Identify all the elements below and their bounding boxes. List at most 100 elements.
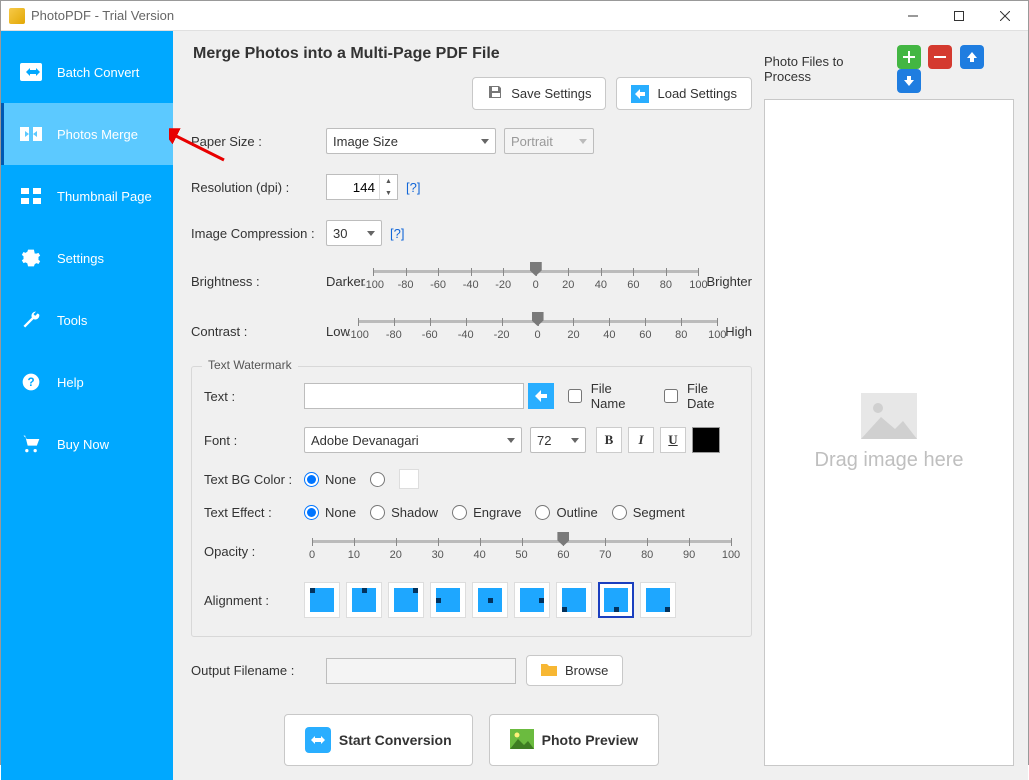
titlebar: PhotoPDF - Trial Version [1,1,1028,31]
sidebar-item-tools[interactable]: Tools [1,289,173,351]
align-cell-7[interactable] [598,582,634,618]
bg-color-radio[interactable] [370,472,385,487]
dropzone-label: Drag image here [815,449,964,472]
spin-up-icon[interactable]: ▲ [380,175,397,187]
sidebar-item-label: Photos Merge [57,127,138,142]
sidebar-item-label: Tools [57,313,87,328]
browse-button[interactable]: Browse [526,655,623,686]
sidebar: Batch Convert Photos Merge Thumbnail Pag… [1,31,173,780]
wm-text-input[interactable] [304,383,524,409]
sidebar-item-label: Help [57,375,84,390]
wm-insert-button[interactable] [528,383,554,409]
chevron-down-icon [507,438,515,443]
sidebar-item-photos-merge[interactable]: Photos Merge [1,103,173,165]
slider-thumb[interactable] [530,262,542,276]
move-up-button[interactable] [960,45,984,69]
button-label: Photo Preview [542,732,638,748]
effect-shadow-radio[interactable]: Shadow [370,505,438,520]
wm-font-label: Font : [204,433,304,448]
effect-none-radio[interactable]: None [304,505,356,520]
wm-opacity-label: Opacity : [204,544,304,559]
button-label: Browse [565,663,608,678]
sidebar-item-help[interactable]: ? Help [1,351,173,413]
gear-icon [19,246,43,270]
load-settings-button[interactable]: Load Settings [616,77,752,110]
resolution-help-link[interactable]: [?] [406,180,420,195]
italic-button[interactable]: I [628,427,654,453]
remove-file-button[interactable] [928,45,952,69]
output-filename-input[interactable] [326,658,516,684]
start-conversion-button[interactable]: Start Conversion [284,714,473,766]
compression-select[interactable]: 30 [326,220,382,246]
maximize-button[interactable] [936,1,982,31]
save-settings-button[interactable]: Save Settings [472,77,606,110]
align-cell-0[interactable] [304,582,340,618]
slider-right-label: High [725,324,752,339]
align-cell-8[interactable] [640,582,676,618]
paper-size-label: Paper Size : [191,134,326,149]
photo-preview-button[interactable]: Photo Preview [489,714,659,766]
chevron-down-icon [571,438,579,443]
resolution-input[interactable]: ▲▼ [326,174,398,200]
contrast-slider[interactable]: -100-80-60-40-20020406080100 [358,316,717,346]
sidebar-item-buy-now[interactable]: Buy Now [1,413,173,475]
svg-text:?: ? [27,376,34,389]
align-cell-1[interactable] [346,582,382,618]
wm-filename-checkbox[interactable]: File Name [564,381,650,411]
folder-icon [541,662,557,679]
align-cell-2[interactable] [388,582,424,618]
files-list-label: Photo Files to Process [764,54,893,84]
add-file-button[interactable] [897,45,921,69]
slider-thumb[interactable] [557,532,569,546]
wm-text-label: Text : [204,389,304,404]
watermark-legend: Text Watermark [202,358,298,372]
align-cell-4[interactable] [472,582,508,618]
convert-icon [305,727,331,753]
wm-filedate-checkbox[interactable]: File Date [660,381,739,411]
effect-outline-radio[interactable]: Outline [535,505,597,520]
sidebar-item-settings[interactable]: Settings [1,227,173,289]
minimize-button[interactable] [890,1,936,31]
effect-segment-radio[interactable]: Segment [612,505,685,520]
paper-size-select[interactable]: Image Size [326,128,496,154]
orientation-select: Portrait [504,128,594,154]
align-cell-3[interactable] [430,582,466,618]
align-cell-6[interactable] [556,582,592,618]
bg-none-radio[interactable]: None [304,472,356,487]
sidebar-item-thumbnail-page[interactable]: Thumbnail Page [1,165,173,227]
sidebar-item-label: Thumbnail Page [57,189,152,204]
image-icon [510,729,534,752]
font-color-button[interactable] [692,427,720,453]
right-panel: Photo Files to Process Drag image here [764,45,1014,766]
compression-help-link[interactable]: [?] [390,226,404,241]
wm-bgcolor-label: Text BG Color : [204,472,304,487]
effect-engrave-radio[interactable]: Engrave [452,505,521,520]
move-down-button[interactable] [897,69,921,93]
main-panel: Merge Photos into a Multi-Page PDF File … [191,45,752,766]
page-title: Merge Photos into a Multi-Page PDF File [193,45,752,63]
opacity-slider[interactable]: 0102030405060708090100 [312,536,731,566]
window-title: PhotoPDF - Trial Version [31,8,890,23]
wm-fontsize-select[interactable]: 72 [530,427,586,453]
align-cell-5[interactable] [514,582,550,618]
underline-button[interactable]: U [660,427,686,453]
close-button[interactable] [982,1,1028,31]
help-icon: ? [19,370,43,394]
sidebar-item-batch-convert[interactable]: Batch Convert [1,41,173,103]
file-dropzone[interactable]: Drag image here [764,99,1014,766]
spin-down-icon[interactable]: ▼ [380,187,397,199]
chevron-down-icon [367,231,375,236]
resolution-field[interactable] [327,175,379,199]
bg-color-swatch[interactable] [399,469,419,489]
merge-icon [19,122,43,146]
cart-icon [19,432,43,456]
sidebar-item-label: Buy Now [57,437,109,452]
button-label: Start Conversion [339,732,452,748]
wm-font-select[interactable]: Adobe Devanagari [304,427,522,453]
resolution-label: Resolution (dpi) : [191,180,326,195]
slider-right-label: Brighter [706,274,752,289]
brightness-slider[interactable]: -100-80-60-40-20020406080100 [373,266,698,296]
compression-label: Image Compression : [191,226,326,241]
bold-button[interactable]: B [596,427,622,453]
slider-thumb[interactable] [532,312,544,326]
